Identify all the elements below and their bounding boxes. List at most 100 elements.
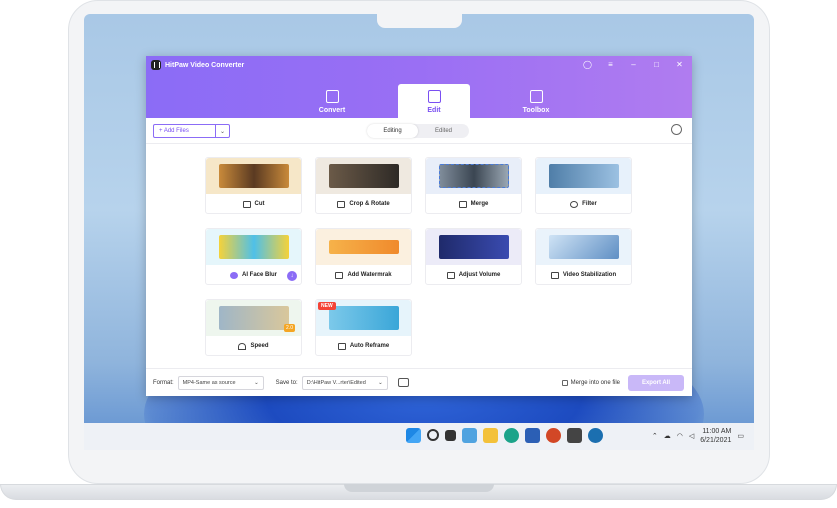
add-files-dropdown[interactable]: ⌄ — [216, 124, 230, 138]
chevron-up-icon[interactable]: ⌃ — [652, 432, 658, 440]
search-icon[interactable] — [427, 429, 439, 441]
word-icon[interactable] — [525, 428, 540, 443]
cloud-icon[interactable]: ☁ — [664, 432, 671, 440]
tool-card-speed[interactable]: 2.0 Speed — [205, 299, 302, 356]
powerpoint-icon[interactable] — [546, 428, 561, 443]
toolbox-icon — [529, 90, 543, 103]
taskbar: ⌃ ☁ ◠ ◁ 11:00 AM 6/21/2021 ▭ — [84, 423, 754, 450]
save-to-value: D:\HitPaw V...rter\Edited — [306, 379, 366, 386]
tab-toolbox[interactable]: Toolbox — [500, 84, 572, 118]
tool-card-adjust-volume[interactable]: Adjust Volume — [425, 228, 522, 285]
tool-label: Speed — [250, 343, 269, 349]
volume-icon — [446, 271, 455, 279]
clock-time: 11:00 AM — [702, 428, 732, 435]
tool-label: Auto Reframe — [349, 343, 390, 349]
reframe-icon — [337, 342, 346, 350]
widgets-icon[interactable] — [462, 428, 477, 443]
tab-edit-label: Edit — [427, 107, 441, 114]
tool-label: Merge — [470, 201, 489, 207]
merge-option: Merge into one file — [561, 379, 620, 386]
volume-thumbnail — [426, 229, 521, 265]
edge-icon[interactable] — [504, 428, 519, 443]
tool-label: Filter — [582, 201, 597, 207]
merge-icon — [458, 200, 467, 208]
editing-toggle: Editing Edited — [367, 124, 469, 138]
reframe-thumbnail: NEW — [316, 300, 411, 336]
download-icon[interactable]: ↓ — [287, 271, 297, 281]
save-to-label: Save to: — [275, 379, 298, 386]
footer-bar: Format: MP4-Same as source ⌄ Save to: D:… — [146, 368, 692, 396]
taskbar-apps — [406, 428, 603, 443]
task-view-icon[interactable] — [445, 430, 456, 441]
format-label: Format: — [153, 379, 174, 386]
segment-editing[interactable]: Editing — [367, 124, 418, 138]
account-icon[interactable]: ◯ — [583, 60, 592, 69]
speed-icon — [238, 342, 247, 350]
tool-label: Cut — [254, 201, 265, 207]
format-select[interactable]: MP4-Same as source ⌄ — [177, 375, 264, 390]
watermark-thumbnail — [316, 229, 411, 265]
merge-label: Merge into one file — [570, 379, 620, 386]
minimize-icon[interactable]: – — [629, 60, 638, 69]
add-files-group: + Add Files ⌄ — [153, 124, 230, 138]
face-blur-thumbnail — [206, 229, 301, 265]
edit-icon — [427, 90, 441, 103]
store-icon[interactable] — [567, 428, 582, 443]
app-window: HitPaw Video Converter ◯ ≡ – □ ✕ Convert… — [146, 56, 692, 396]
tool-card-auto-reframe[interactable]: NEW Auto Reframe — [315, 299, 412, 356]
tool-card-video-stabilization[interactable]: Video Stabilization — [535, 228, 632, 285]
tool-card-add-watermark[interactable]: Add Watermrak — [315, 228, 412, 285]
windows-start-icon[interactable] — [406, 428, 421, 443]
maximize-icon[interactable]: □ — [652, 60, 661, 69]
menu-icon[interactable]: ≡ — [606, 60, 615, 69]
tool-card-filter[interactable]: Filter — [535, 157, 632, 214]
app-header: HitPaw Video Converter ◯ ≡ – □ ✕ Convert… — [146, 56, 692, 118]
app-logo-icon — [151, 60, 161, 70]
stabilization-thumbnail — [536, 229, 631, 265]
speaker-icon[interactable]: ◁ — [689, 432, 694, 440]
toolbar: + Add Files ⌄ Editing Edited — [146, 118, 692, 144]
clock-date: 6/21/2021 — [700, 437, 732, 444]
save-to-select[interactable]: D:\HitPaw V...rter\Edited ⌄ — [301, 375, 388, 390]
file-explorer-icon[interactable] — [483, 428, 498, 443]
steam-icon[interactable] — [588, 428, 603, 443]
speed-badge: 2.0 — [284, 324, 295, 332]
clock[interactable]: 11:00 AM 6/21/2021 — [700, 427, 731, 445]
main-tabs: Convert Edit Toolbox — [296, 84, 602, 118]
tab-convert[interactable]: Convert — [296, 84, 368, 118]
tool-label: Add Watermrak — [347, 272, 392, 278]
tab-toolbox-label: Toolbox — [522, 107, 550, 114]
tab-edit[interactable]: Edit — [398, 84, 470, 118]
tab-convert-label: Convert — [318, 107, 346, 114]
tool-card-ai-face-blur[interactable]: AI Face Blur ↓ — [205, 228, 302, 285]
folder-icon[interactable] — [397, 378, 409, 387]
tool-label: Adjust Volume — [458, 272, 501, 278]
close-icon[interactable]: ✕ — [675, 60, 684, 69]
hardware-acceleration-icon[interactable] — [671, 124, 682, 135]
chevron-down-icon: ⌄ — [378, 379, 383, 386]
new-badge: NEW — [318, 302, 336, 310]
chevron-down-icon: ⌄ — [254, 379, 259, 386]
speed-thumbnail: 2.0 — [206, 300, 301, 336]
title-bar: HitPaw Video Converter — [151, 60, 244, 70]
format-value: MP4-Same as source — [182, 379, 236, 386]
export-all-button[interactable]: Export All — [628, 374, 684, 391]
wifi-icon[interactable]: ◠ — [677, 432, 683, 440]
tool-label: Video Stabilization — [562, 272, 617, 278]
window-controls: ◯ ≡ – □ ✕ — [583, 60, 684, 69]
notification-icon[interactable]: ▭ — [737, 432, 744, 440]
watermark-icon — [335, 271, 344, 279]
crop-thumbnail — [316, 158, 411, 194]
tool-card-merge[interactable]: Merge — [425, 157, 522, 214]
merge-checkbox[interactable] — [561, 379, 568, 386]
convert-icon — [325, 90, 339, 103]
tool-card-cut[interactable]: Cut — [205, 157, 302, 214]
app-title: HitPaw Video Converter — [165, 61, 245, 69]
cut-icon — [242, 200, 251, 208]
tool-label: AI Face Blur — [241, 272, 277, 278]
tool-card-crop-rotate[interactable]: Crop & Rotate — [315, 157, 412, 214]
filter-icon — [570, 200, 579, 208]
add-files-button[interactable]: + Add Files — [153, 124, 216, 138]
segment-edited[interactable]: Edited — [418, 124, 469, 138]
stabilization-icon — [550, 271, 559, 279]
